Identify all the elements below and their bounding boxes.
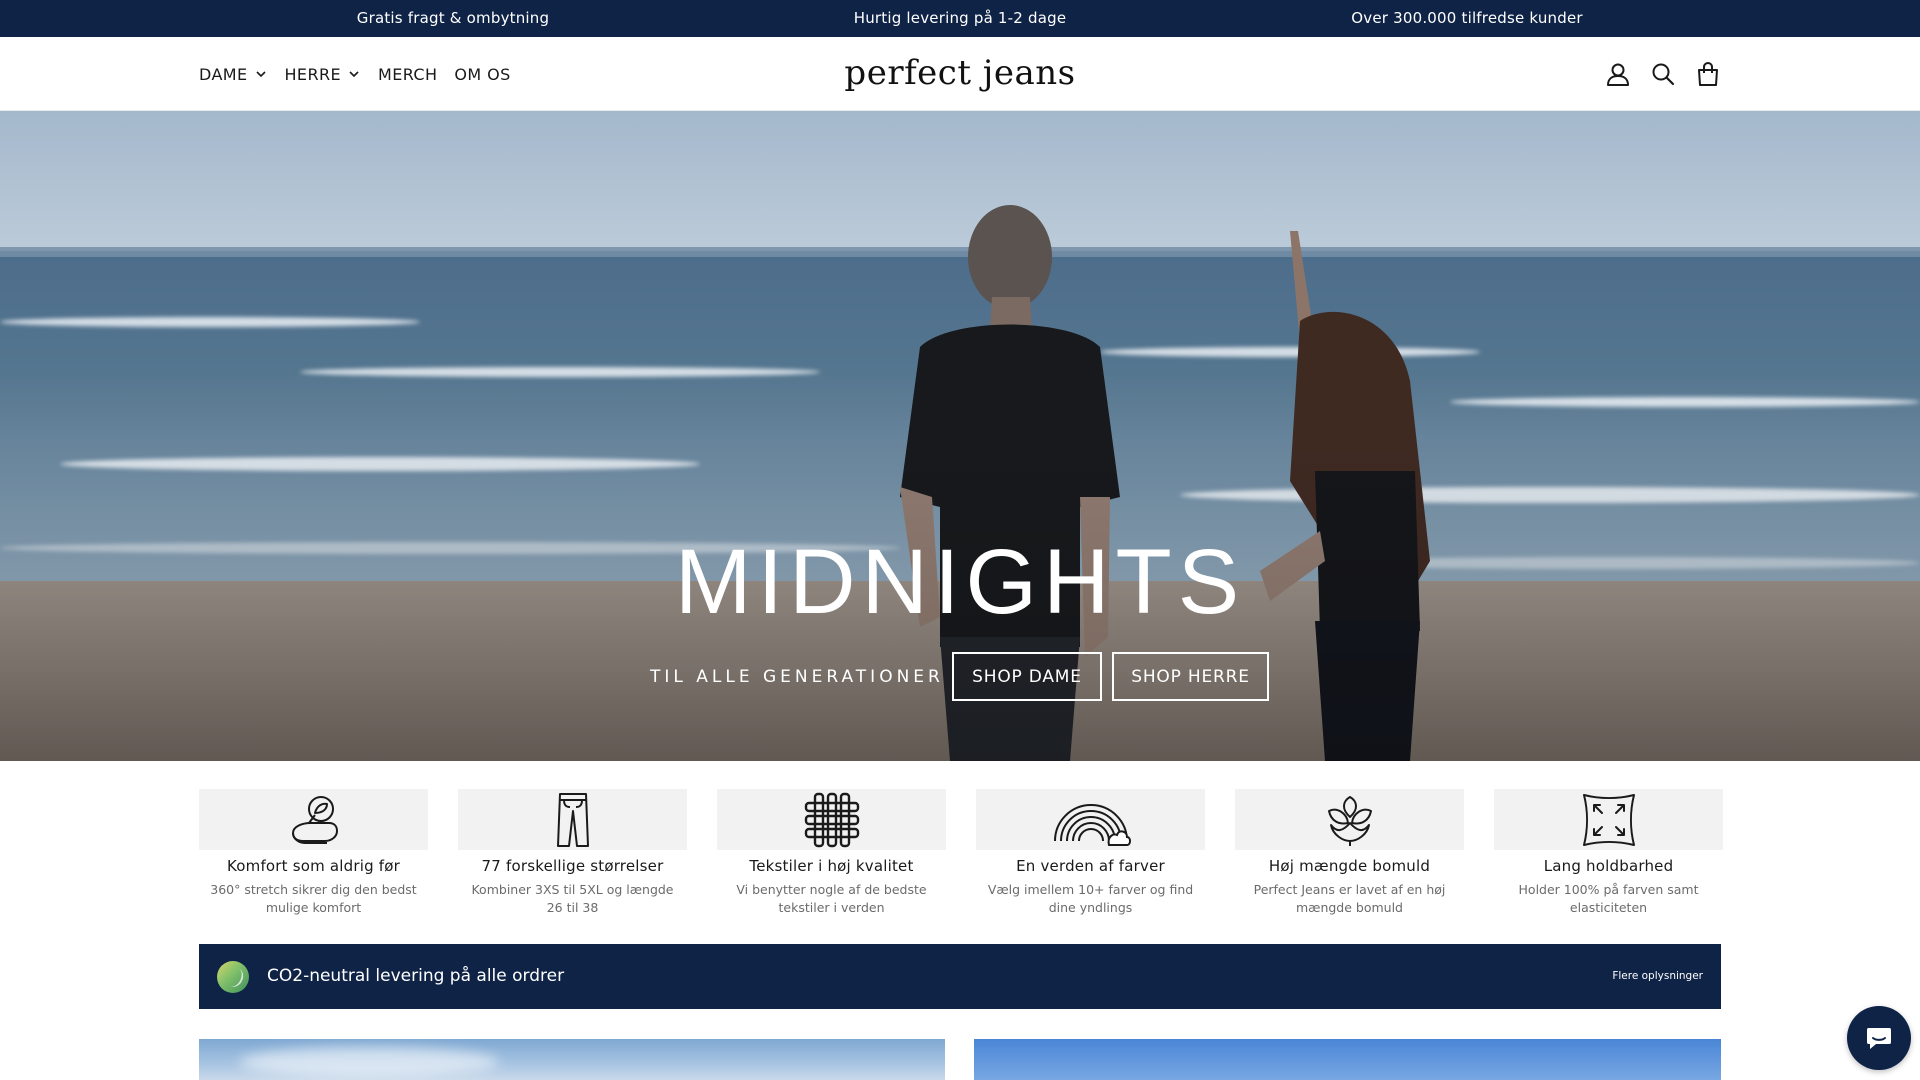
chat-button[interactable] bbox=[1847, 1006, 1911, 1070]
feature-desc: Holder 100% på farven samt elasticiteten bbox=[1518, 882, 1699, 915]
collection-image-left[interactable] bbox=[199, 1039, 945, 1080]
nav-item-label: DAME bbox=[199, 64, 248, 84]
announcement-bar: Gratis fragt & ombytning Hurtig levering… bbox=[0, 0, 1920, 37]
chat-icon bbox=[1867, 1028, 1891, 1049]
feature-title: Tekstiler i høj kvalitet bbox=[749, 857, 914, 875]
header-icons bbox=[1605, 37, 1721, 111]
hero-subtitle: TIL ALLE GENERATIONER bbox=[650, 667, 944, 687]
announcement-item: Hurtig levering på 1-2 dage bbox=[853, 9, 1067, 27]
shop-dame-button[interactable]: SHOP DAME bbox=[952, 652, 1102, 701]
hero-banner: MIDNIGHTS TIL ALLE GENERATIONER SHOP DAM… bbox=[0, 111, 1920, 761]
feature-item: Komfort som aldrig før 360° stretch sikr… bbox=[199, 789, 428, 919]
feature-item: En verden af farver Vælg imellem 10+ far… bbox=[976, 789, 1205, 919]
chevron-down-icon bbox=[255, 71, 266, 78]
feature-item: Høj mængde bomuld Perfect Jeans er lavet… bbox=[1235, 789, 1464, 919]
co2-banner: CO2-neutral levering på alle ordrer Fler… bbox=[199, 944, 1721, 1009]
more-info-link[interactable]: Flere oplysninger bbox=[1612, 944, 1703, 1009]
nav-item-herre[interactable]: HERRE bbox=[285, 65, 361, 84]
site-logo[interactable]: perfect jeans bbox=[844, 37, 1075, 111]
feature-list: Komfort som aldrig før 360° stretch sikr… bbox=[199, 789, 1723, 919]
feature-title: En verden af farver bbox=[1016, 857, 1165, 875]
nav-item-om-os[interactable]: OM OS bbox=[454, 65, 510, 84]
nav-item-label: HERRE bbox=[284, 64, 341, 84]
feature-desc: Vi benytter nogle af de bedste tekstiler… bbox=[736, 882, 927, 915]
feature-desc: Perfect Jeans er lavet af en høj mængde … bbox=[1253, 882, 1446, 915]
main-nav: DAME HERRE MERCH OM OS bbox=[199, 37, 511, 111]
feature-item: Tekstiler i høj kvalitet Vi benytter nog… bbox=[717, 789, 946, 919]
feature-title: 77 forskellige størrelser bbox=[481, 857, 664, 875]
co2-text: CO2-neutral levering på alle ordrer bbox=[267, 966, 565, 986]
leaf-globe-icon bbox=[217, 961, 249, 993]
feature-item: Lang holdbarhed Holder 100% på farven sa… bbox=[1494, 789, 1723, 919]
cart-icon[interactable] bbox=[1695, 61, 1721, 87]
stretch-icon bbox=[1582, 793, 1635, 846]
feature-title: Komfort som aldrig før bbox=[226, 857, 401, 875]
search-icon[interactable] bbox=[1650, 61, 1676, 87]
user-icon[interactable] bbox=[1605, 61, 1631, 87]
nav-item-merch[interactable]: MERCH bbox=[378, 65, 437, 84]
announcement-item: Over 300.000 tilfredse kunder bbox=[1351, 9, 1583, 27]
feature-title: Lang holdbarhed bbox=[1543, 857, 1674, 875]
nav-item-label: MERCH bbox=[377, 64, 438, 84]
nav-item-label: OM OS bbox=[454, 64, 511, 84]
feature-desc: Vælg imellem 10+ farver og find dine ynd… bbox=[987, 882, 1194, 915]
feature-title: Høj mængde bomuld bbox=[1268, 857, 1431, 875]
site-header: DAME HERRE MERCH OM OS perfect jeans bbox=[0, 37, 1920, 111]
hero-title: MIDNIGHTS bbox=[674, 531, 1246, 633]
announcement-item: Gratis fragt & ombytning bbox=[356, 9, 550, 27]
feature-desc: 360° stretch sikrer dig den bedst mulige… bbox=[210, 882, 417, 915]
feature-item: 77 forskellige størrelser Kombiner 3XS t… bbox=[458, 789, 687, 919]
feature-desc: Kombiner 3XS til 5XL og længde 26 til 38 bbox=[471, 882, 674, 915]
chevron-down-icon bbox=[349, 71, 359, 78]
jeans-icon bbox=[556, 792, 589, 847]
fabric-roll-icon bbox=[291, 795, 338, 844]
shop-herre-button[interactable]: SHOP HERRE bbox=[1112, 652, 1269, 701]
cotton-icon bbox=[1327, 795, 1372, 846]
rainbow-icon bbox=[1053, 803, 1131, 846]
weave-icon bbox=[804, 792, 859, 847]
collection-image-right[interactable] bbox=[974, 1039, 1721, 1080]
nav-item-dame[interactable]: DAME bbox=[199, 65, 268, 84]
